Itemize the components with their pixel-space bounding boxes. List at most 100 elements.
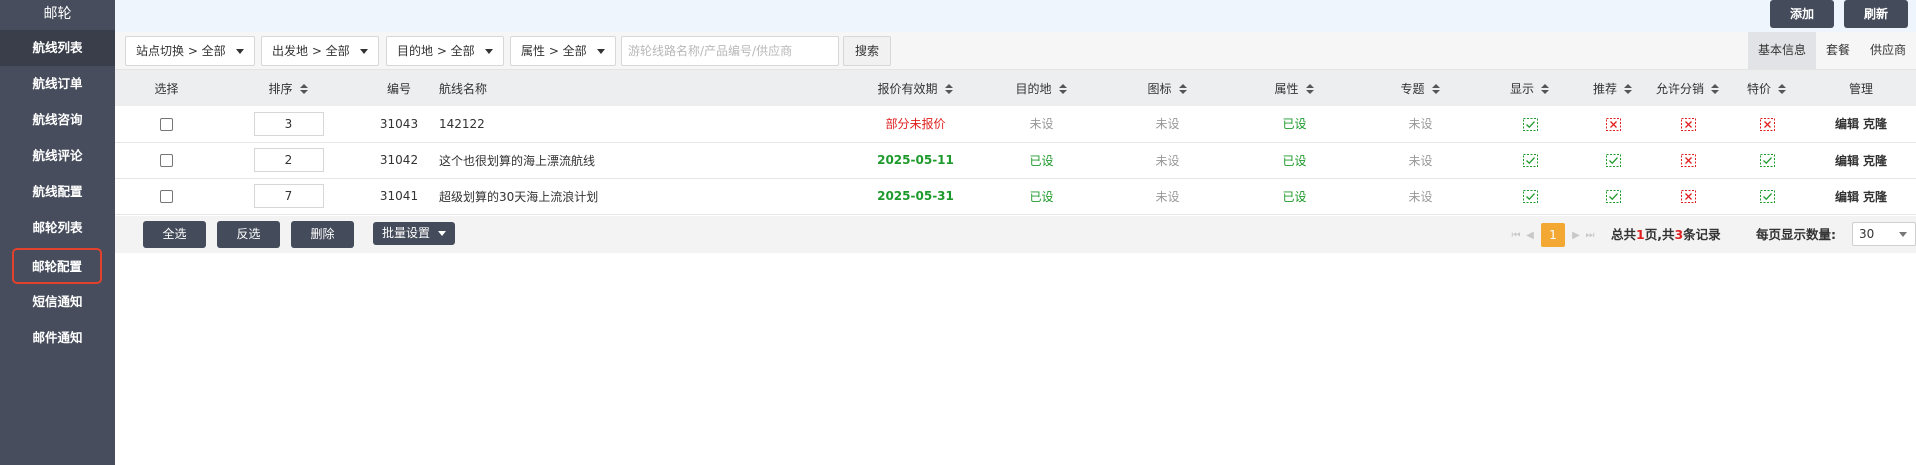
- row-display[interactable]: [1482, 142, 1578, 178]
- clone-link[interactable]: 克隆: [1863, 117, 1887, 131]
- refresh-button[interactable]: 刷新: [1843, 0, 1908, 28]
- total-pages: 1: [1636, 227, 1645, 242]
- row-quote-valid[interactable]: 2025-05-31: [853, 178, 978, 214]
- edit-link[interactable]: 编辑: [1835, 117, 1859, 131]
- row-name[interactable]: 这个也很划算的海上漂流航线: [439, 142, 853, 178]
- header-select: 选择: [154, 81, 179, 96]
- invert-selection-button[interactable]: 反选: [217, 221, 280, 248]
- check-icon: [1522, 190, 1538, 203]
- sort-icon: [1058, 84, 1068, 94]
- origin-filter-dropdown[interactable]: 出发地 > 全部: [261, 36, 379, 66]
- search-button[interactable]: 搜索: [843, 36, 891, 66]
- header-icon[interactable]: 图标: [1105, 70, 1230, 106]
- header-destination-label: 目的地: [1015, 81, 1052, 96]
- sidebar-item-route-orders[interactable]: 航线订单: [0, 66, 115, 102]
- row-icon-status[interactable]: 未设: [1105, 106, 1230, 142]
- order-input[interactable]: [253, 148, 324, 172]
- first-page-icon[interactable]: ⏮: [1509, 230, 1523, 241]
- sidebar-item-cruise-list[interactable]: 邮轮列表: [0, 210, 115, 246]
- cross-icon: [1680, 154, 1696, 167]
- row-name[interactable]: 142122: [439, 106, 853, 142]
- batch-settings-label: 批量设置: [381, 226, 430, 240]
- check-icon: [1759, 154, 1775, 167]
- row-icon-status[interactable]: 未设: [1105, 142, 1230, 178]
- row-recommend[interactable]: [1578, 142, 1648, 178]
- attribute-filter-dropdown[interactable]: 属性 > 全部: [510, 36, 616, 66]
- row-special[interactable]: [1728, 142, 1806, 178]
- row-distribution[interactable]: [1648, 106, 1728, 142]
- header-distribution[interactable]: 允许分销: [1648, 70, 1728, 106]
- edit-link[interactable]: 编辑: [1835, 190, 1859, 204]
- header-recommend[interactable]: 推荐: [1578, 70, 1648, 106]
- header-attribute-label: 属性: [1274, 81, 1299, 96]
- row-quote-valid[interactable]: 部分未报价: [853, 106, 978, 142]
- row-attribute[interactable]: 已设: [1230, 142, 1359, 178]
- header-attribute[interactable]: 属性: [1230, 70, 1359, 106]
- total-prefix: 总共: [1611, 227, 1637, 242]
- row-topic[interactable]: 未设: [1359, 106, 1482, 142]
- select-all-button[interactable]: 全选: [143, 221, 206, 248]
- destination-filter-label: 目的地 > 全部: [397, 44, 475, 58]
- edit-link[interactable]: 编辑: [1835, 154, 1859, 168]
- order-input[interactable]: [253, 111, 324, 136]
- order-input[interactable]: [253, 184, 324, 208]
- delete-button[interactable]: 删除: [291, 221, 354, 248]
- sidebar-item-route-config[interactable]: 航线配置: [0, 174, 115, 210]
- sidebar-item-sms-notify[interactable]: 短信通知: [0, 284, 115, 320]
- table-row: 31041 超级划算的30天海上流浪计划 2025-05-31 已设 未设 已设…: [115, 178, 1916, 214]
- prev-page-icon[interactable]: ◀: [1523, 230, 1537, 241]
- search-input[interactable]: [621, 36, 839, 66]
- row-special[interactable]: [1728, 106, 1806, 142]
- header-special[interactable]: 特价: [1728, 70, 1806, 106]
- row-destination[interactable]: 已设: [978, 142, 1105, 178]
- row-destination[interactable]: 未设: [978, 106, 1105, 142]
- row-checkbox[interactable]: [160, 154, 173, 167]
- page-size-select[interactable]: 30: [1852, 222, 1916, 246]
- row-recommend[interactable]: [1578, 178, 1648, 214]
- row-icon-status[interactable]: 未设: [1105, 178, 1230, 214]
- tab-supplier[interactable]: 供应商: [1860, 32, 1916, 69]
- tab-package[interactable]: 套餐: [1816, 32, 1860, 69]
- row-attribute[interactable]: 已设: [1230, 106, 1359, 142]
- clone-link[interactable]: 克隆: [1863, 154, 1887, 168]
- row-attribute[interactable]: 已设: [1230, 178, 1359, 214]
- last-page-icon[interactable]: ⏭: [1583, 230, 1597, 241]
- header-quote-valid[interactable]: 报价有效期: [853, 70, 978, 106]
- batch-settings-dropdown[interactable]: 批量设置: [373, 222, 455, 245]
- row-recommend[interactable]: [1578, 106, 1648, 142]
- row-distribution[interactable]: [1648, 178, 1728, 214]
- sidebar-item-email-notify[interactable]: 邮件通知: [0, 320, 115, 356]
- sidebar-item-route-reviews[interactable]: 航线评论: [0, 138, 115, 174]
- header-icon-label: 图标: [1147, 81, 1172, 96]
- row-checkbox[interactable]: [160, 190, 173, 203]
- row-order-cell: [218, 178, 359, 214]
- row-destination[interactable]: 已设: [978, 178, 1105, 214]
- sidebar-item-route-inquiry[interactable]: 航线咨询: [0, 102, 115, 138]
- header-destination[interactable]: 目的地: [978, 70, 1105, 106]
- add-button[interactable]: 添加: [1769, 0, 1834, 28]
- header-display[interactable]: 显示: [1482, 70, 1578, 106]
- header-id: 编号: [386, 81, 411, 96]
- destination-filter-dropdown[interactable]: 目的地 > 全部: [386, 36, 504, 66]
- row-special[interactable]: [1728, 178, 1806, 214]
- header-topic[interactable]: 专题: [1359, 70, 1482, 106]
- row-display[interactable]: [1482, 106, 1578, 142]
- clone-link[interactable]: 克隆: [1863, 190, 1887, 204]
- header-order[interactable]: 排序: [218, 70, 359, 106]
- row-distribution[interactable]: [1648, 142, 1728, 178]
- row-quote-valid[interactable]: 2025-05-11: [853, 142, 978, 178]
- row-topic[interactable]: 未设: [1359, 178, 1482, 214]
- row-checkbox[interactable]: [160, 117, 173, 131]
- sidebar-item-cruise-config[interactable]: 邮轮配置: [12, 248, 102, 284]
- row-manage: 编辑 克隆: [1806, 178, 1916, 214]
- page-number-current[interactable]: 1: [1541, 223, 1565, 247]
- row-name[interactable]: 超级划算的30天海上流浪计划: [439, 178, 853, 214]
- row-topic[interactable]: 未设: [1359, 142, 1482, 178]
- row-display[interactable]: [1482, 178, 1578, 214]
- next-page-icon[interactable]: ▶: [1569, 230, 1583, 241]
- sidebar-item-route-list[interactable]: 航线列表: [0, 30, 115, 66]
- tab-basic-info[interactable]: 基本信息: [1747, 32, 1816, 69]
- site-filter-dropdown[interactable]: 站点切换 > 全部: [125, 36, 255, 66]
- check-icon: [1522, 117, 1538, 131]
- chevron-down-icon: [596, 49, 605, 54]
